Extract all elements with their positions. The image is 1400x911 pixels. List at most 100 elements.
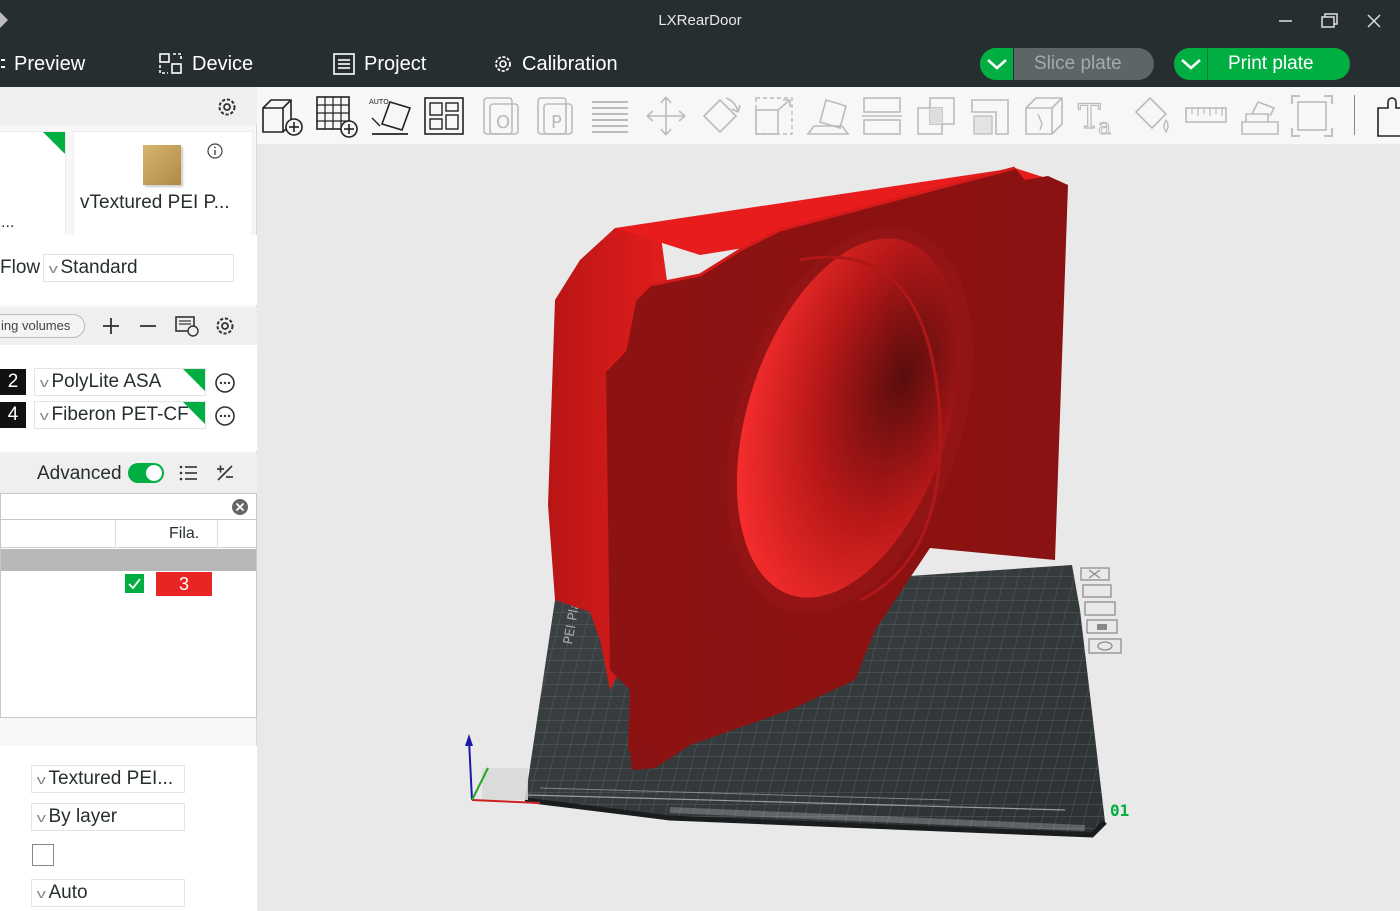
scale-icon[interactable] xyxy=(752,94,796,138)
plate-tools xyxy=(1080,567,1122,654)
textured-plate-thumbnail xyxy=(143,145,181,185)
boolean-icon[interactable] xyxy=(914,94,958,138)
printer-section-header xyxy=(0,87,257,125)
auto-orient-plate-icon[interactable] xyxy=(1082,584,1112,598)
filament-index-badge[interactable]: 4 xyxy=(0,402,26,428)
scene-svg[interactable]: PEI Plate 01 xyxy=(257,144,1400,911)
color-paint-icon[interactable] xyxy=(1130,94,1174,138)
flow-row: Flow v Standard xyxy=(0,235,257,305)
flow-select[interactable]: v Standard xyxy=(43,254,234,282)
advanced-toggle[interactable] xyxy=(128,463,164,483)
rotate-icon[interactable] xyxy=(698,94,742,138)
text-icon[interactable]: Ta xyxy=(1076,94,1120,138)
tab-preview[interactable]: Preview xyxy=(0,51,85,77)
sync-ams-icon[interactable] xyxy=(174,314,200,338)
split-parts-icon[interactable]: P xyxy=(534,94,578,138)
add-filament-icon[interactable] xyxy=(101,316,121,336)
layers-editing-icon[interactable] xyxy=(588,94,632,138)
arrange-icon[interactable] xyxy=(422,94,466,138)
list-view-icon[interactable] xyxy=(177,462,199,484)
cut-icon[interactable] xyxy=(860,94,904,138)
seam-paint-icon[interactable] xyxy=(1022,94,1066,138)
auto-orient-icon[interactable]: AUTO xyxy=(368,94,412,138)
object-visible-checkbox[interactable] xyxy=(125,574,144,593)
minimize-icon[interactable] xyxy=(1272,8,1298,34)
plate-type-select[interactable]: v Textured PEI P... xyxy=(80,192,230,214)
tab-preview-label: Preview xyxy=(14,52,86,75)
support-paint-icon[interactable] xyxy=(968,94,1012,138)
remove-filament-icon[interactable] xyxy=(138,316,158,336)
split-objects-icon[interactable]: O xyxy=(480,94,524,138)
filament-column-header: Fila. xyxy=(169,525,200,542)
svg-text:P: P xyxy=(551,112,562,133)
tab-calibration-label: Calibration xyxy=(522,52,618,75)
object-list-header: Fila. xyxy=(1,520,256,548)
tab-project-label: Project xyxy=(364,52,427,75)
plate-number[interactable]: 01 xyxy=(1110,801,1129,820)
slice-dropdown-chevron-icon[interactable] xyxy=(980,48,1014,80)
flushing-volumes-label: ing volumes xyxy=(1,318,71,333)
remove-plate-icon[interactable] xyxy=(1080,567,1110,581)
restore-icon[interactable] xyxy=(1316,8,1342,34)
excluded-area xyxy=(482,768,528,800)
project-icon xyxy=(333,53,355,75)
plate-settings-icon[interactable] xyxy=(1088,638,1122,654)
printer-settings-gear-icon[interactable] xyxy=(216,96,238,118)
calibration-icon xyxy=(495,56,511,72)
preview-icon xyxy=(1,59,5,68)
close-icon[interactable] xyxy=(1361,8,1387,34)
move-icon[interactable] xyxy=(644,94,688,138)
object-search-input[interactable] xyxy=(1,494,256,520)
plate-settings-panel: v Textured PEI... v By layer v Auto xyxy=(0,746,257,911)
filament-name: Fiberon PET-CF xyxy=(51,404,189,425)
chevron-down-icon: v xyxy=(36,771,46,787)
print-plate-button[interactable]: Print plate xyxy=(1174,48,1350,80)
table-row[interactable] xyxy=(1,549,256,571)
add-plate-icon[interactable] xyxy=(314,94,358,138)
filament-settings-gear-icon[interactable] xyxy=(214,315,236,337)
chevron-down-icon: v xyxy=(36,885,46,901)
assembly-icon[interactable] xyxy=(1238,94,1282,138)
filament-name: PolyLite ASA xyxy=(51,371,162,392)
puzzle-plugin-icon[interactable] xyxy=(1374,94,1400,138)
fit-view-icon[interactable] xyxy=(1290,94,1334,138)
clear-search-icon[interactable] xyxy=(231,498,249,516)
filament-synced-icon xyxy=(183,402,205,424)
filament-list: 2 v PolyLite ASA 4 v Fiberon PET-CF xyxy=(0,345,257,451)
toolbar-divider xyxy=(1354,95,1355,135)
compare-presets-icon[interactable] xyxy=(214,462,236,484)
slice-plate-button[interactable]: Slice plate xyxy=(980,48,1154,80)
tab-calibration[interactable]: Calibration xyxy=(492,51,618,77)
chevron-down-icon: v xyxy=(36,809,46,825)
process-section-header: Advanced xyxy=(0,453,257,493)
lock-plate-icon[interactable] xyxy=(1086,619,1118,634)
advanced-label: Advanced xyxy=(37,463,122,484)
object-list: Fila. 3 xyxy=(0,493,257,718)
info-icon[interactable] xyxy=(206,142,224,160)
chevron-down-icon: v xyxy=(39,407,49,423)
arrange-plate-icon[interactable] xyxy=(1084,601,1116,616)
tab-project[interactable]: Project xyxy=(332,51,426,77)
more-options-icon[interactable] xyxy=(214,372,236,394)
plate-type-select[interactable]: v Textured PEI... xyxy=(31,765,185,793)
print-sequence-select[interactable]: v By layer xyxy=(31,803,185,831)
filament-index-badge[interactable]: 2 xyxy=(0,369,26,395)
svg-text:a: a xyxy=(1098,115,1111,138)
tab-device-label: Device xyxy=(192,52,254,75)
svg-text:O: O xyxy=(496,112,510,133)
object-filament-badge[interactable]: 3 xyxy=(156,572,212,596)
filament-synced-icon xyxy=(183,369,205,391)
3d-viewport[interactable]: PEI Plate 01 xyxy=(257,144,1400,911)
main-nav: Preview Device Project Calibration Slice… xyxy=(0,41,1400,87)
measure-icon[interactable] xyxy=(1184,94,1228,138)
filament-select[interactable]: v Fiberon PET-CF xyxy=(34,401,206,429)
more-options-icon[interactable] xyxy=(214,405,236,427)
spiral-vase-checkbox[interactable] xyxy=(32,844,54,866)
add-object-icon[interactable] xyxy=(259,94,303,138)
filament-select[interactable]: v PolyLite ASA xyxy=(34,368,206,396)
lay-on-face-icon[interactable] xyxy=(806,94,850,138)
flushing-volumes-button[interactable]: ing volumes xyxy=(0,314,85,338)
tab-device[interactable]: Device xyxy=(158,51,253,77)
first-layer-sequence-select[interactable]: v Auto xyxy=(31,879,185,907)
print-dropdown-chevron-icon[interactable] xyxy=(1174,48,1208,80)
